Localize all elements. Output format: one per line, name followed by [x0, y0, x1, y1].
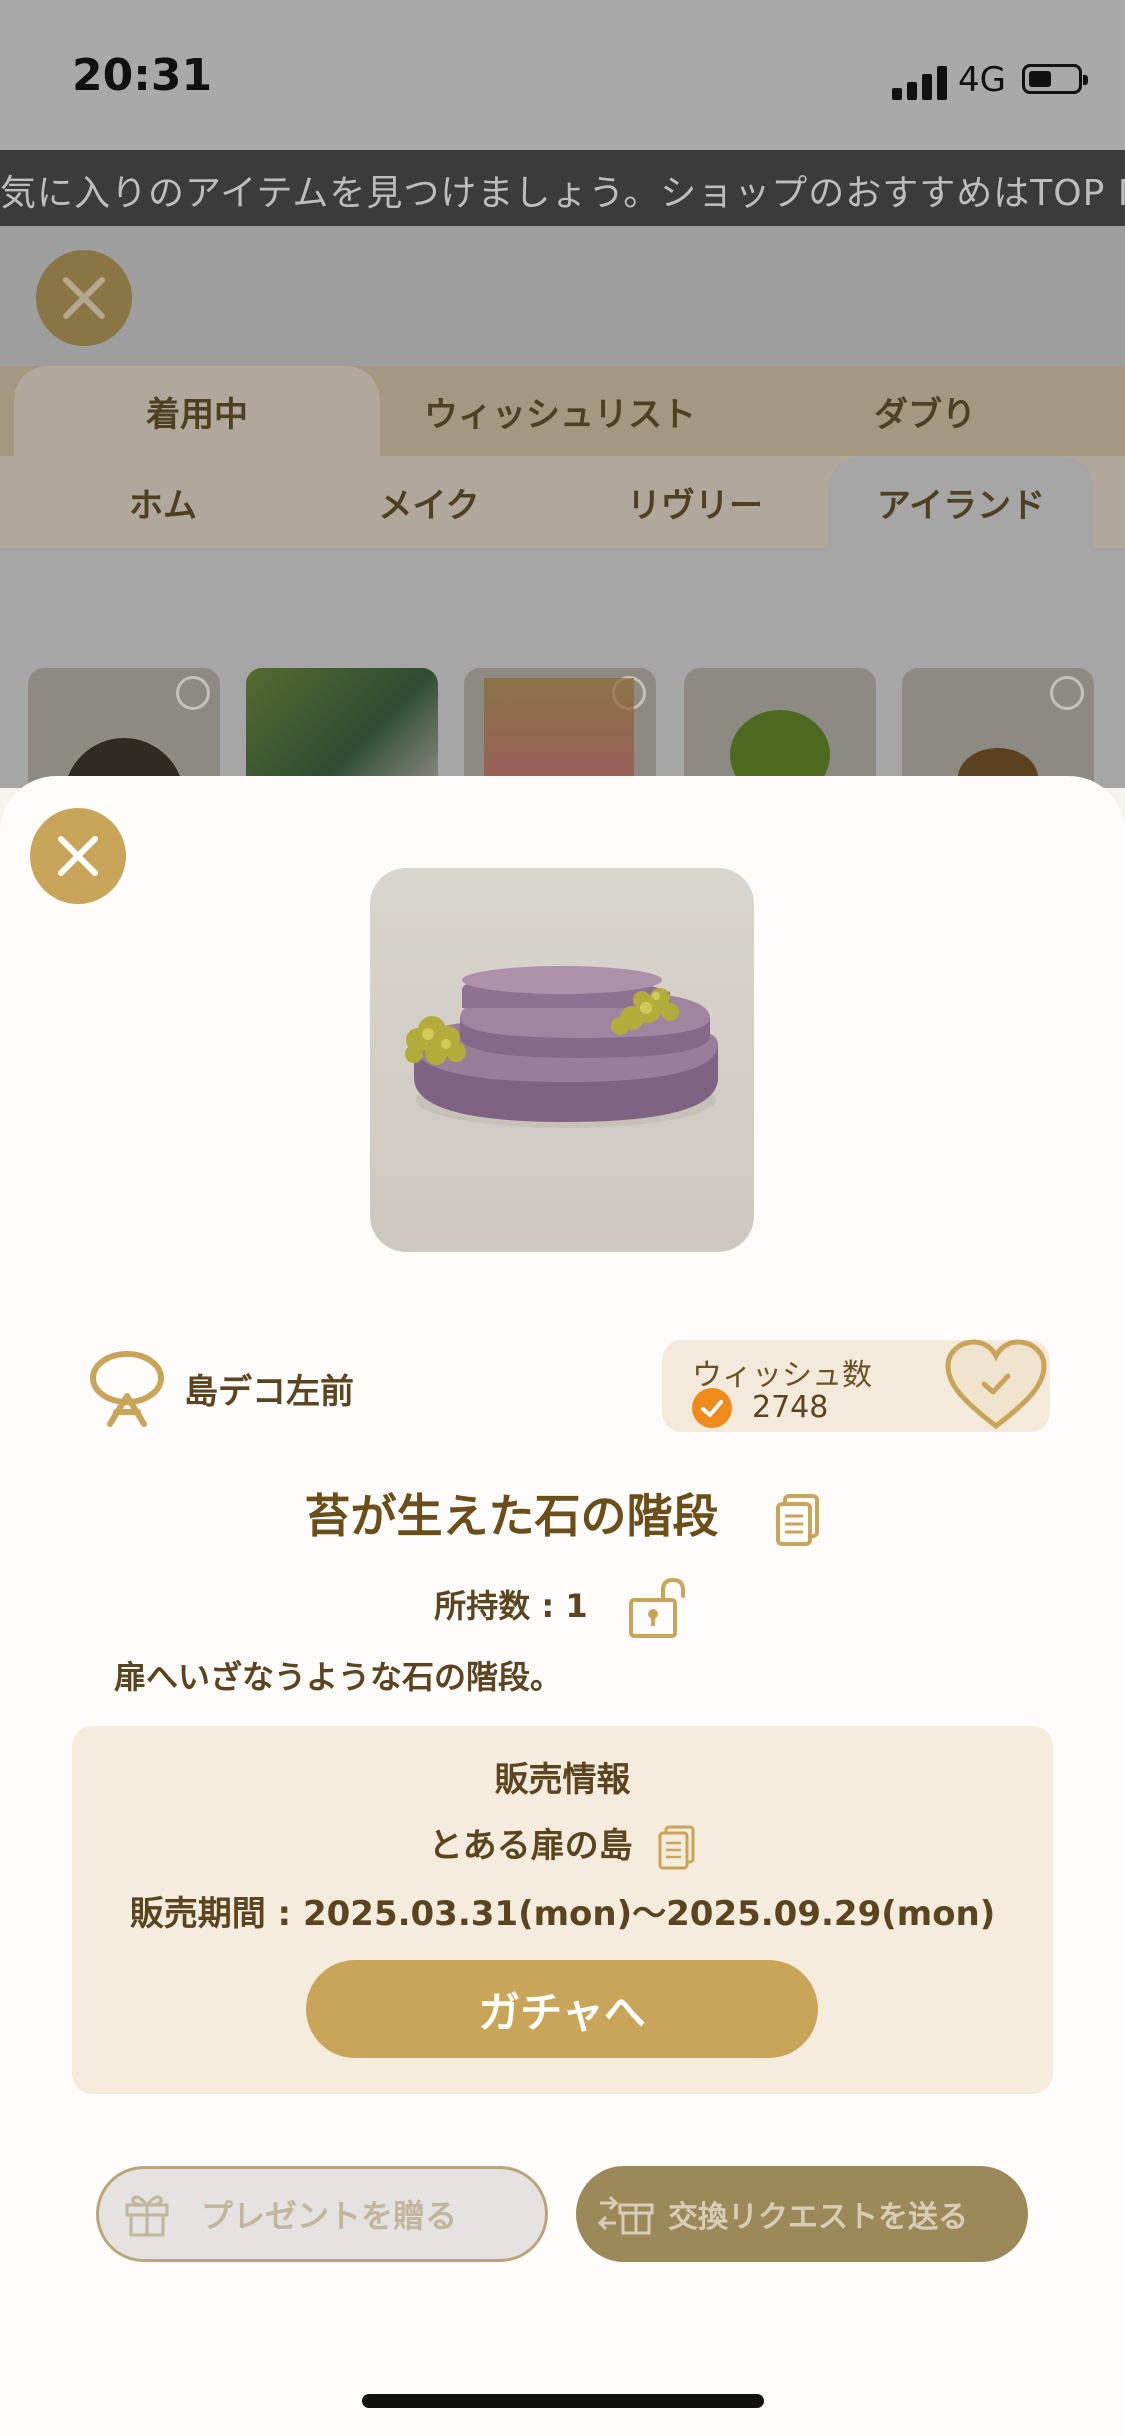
- close-icon: [58, 836, 98, 876]
- network-type: 4G: [958, 60, 1006, 100]
- document-icon[interactable]: [658, 1825, 696, 1871]
- grid-item[interactable]: [902, 668, 1094, 788]
- ticker-text: 気に入りのアイテムを見つけましょう。ショップのおすすめはTOP NEW: [0, 173, 1125, 214]
- tab-label: メイク: [378, 485, 480, 526]
- island-decor-icon: [90, 1351, 164, 1427]
- send-present-label: プレゼントを贈る: [201, 2197, 458, 2235]
- tab-island[interactable]: アイランド: [828, 456, 1094, 548]
- primary-tabs: 着用中 ウィッシュリスト ダブり: [0, 366, 1125, 456]
- grid-item[interactable]: [684, 668, 876, 788]
- tab-home[interactable]: ホム: [30, 456, 296, 548]
- background-close-button: [36, 250, 132, 346]
- item-name-row: 苔が生えた石の階段: [0, 1480, 1125, 1546]
- sale-period: 販売期間 : 2025.03.31(mon)〜2025.09.29(mon): [129, 1894, 996, 1934]
- tab-label: ウィッシュリスト: [424, 394, 696, 435]
- tab-duplicates[interactable]: ダブり: [740, 366, 1110, 456]
- news-ticker: 気に入りのアイテムを見つけましょう。ショップのおすすめはTOP NEW: [0, 150, 1125, 226]
- sale-shop-row: とある扉の島: [72, 1818, 1053, 1871]
- item-name: 苔が生えた石の階段: [304, 1489, 719, 1543]
- wish-check-icon: [692, 1388, 732, 1428]
- cellular-signal-icon: [892, 62, 952, 100]
- send-present-button[interactable]: プレゼントを贈る: [96, 2166, 548, 2262]
- send-trade-request-label: 交換リクエストを送る: [668, 2200, 968, 2235]
- category-label: 島デコ左前: [184, 1371, 354, 1412]
- tab-label: リヴリー: [627, 485, 763, 526]
- item-grid: [0, 548, 1125, 788]
- battery-icon: [1022, 64, 1088, 94]
- tab-make[interactable]: メイク: [296, 456, 562, 548]
- tab-wishlist[interactable]: ウィッシュリスト: [380, 366, 740, 456]
- owned-row: 所持数 : 1: [0, 1576, 1125, 1640]
- item-description: 扉へいざなうような石の階段。: [114, 1658, 563, 1696]
- owned-count: 所持数 : 1: [434, 1587, 588, 1625]
- item-image: [370, 868, 754, 1252]
- sound-face-icon: [176, 676, 210, 710]
- tab-label: ダブり: [874, 394, 976, 435]
- grid-item[interactable]: [464, 668, 656, 788]
- home-indicator[interactable]: [362, 2394, 764, 2408]
- gift-icon: [125, 2195, 169, 2237]
- close-icon: [63, 277, 105, 319]
- unlock-icon[interactable]: [627, 1576, 691, 1640]
- sound-face-icon: [1050, 676, 1084, 710]
- tab-wearing[interactable]: 着用中: [14, 366, 380, 456]
- sale-shop-name[interactable]: とある扉の島: [429, 1826, 633, 1866]
- heart-check-icon: [945, 1339, 1047, 1430]
- tab-label: ホム: [129, 485, 197, 526]
- grid-item[interactable]: [28, 668, 220, 788]
- wishlist-heart-button[interactable]: [942, 1336, 1050, 1436]
- trade-gift-icon: [597, 2195, 654, 2235]
- sale-info-title: 販売情報: [494, 1760, 631, 1800]
- document-icon[interactable]: [775, 1493, 821, 1546]
- tab-label: アイランド: [876, 485, 1046, 526]
- tab-livly[interactable]: リヴリー: [562, 456, 828, 548]
- stone-stairs-illustration: [405, 966, 718, 1128]
- item-category: 島デコ左前: [88, 1348, 354, 1428]
- close-button[interactable]: [30, 808, 126, 904]
- tab-label: 着用中: [146, 394, 248, 435]
- secondary-tabs: ホム メイク リヴリー アイランド: [0, 456, 1125, 548]
- wish-count-value: 2748: [752, 1390, 829, 1425]
- send-trade-request-button[interactable]: 交換リクエストを送る: [576, 2166, 1028, 2262]
- go-to-gacha-button[interactable]: ガチャへ: [306, 1960, 818, 2058]
- status-time: 20:31: [72, 50, 213, 101]
- grid-item[interactable]: [246, 668, 438, 788]
